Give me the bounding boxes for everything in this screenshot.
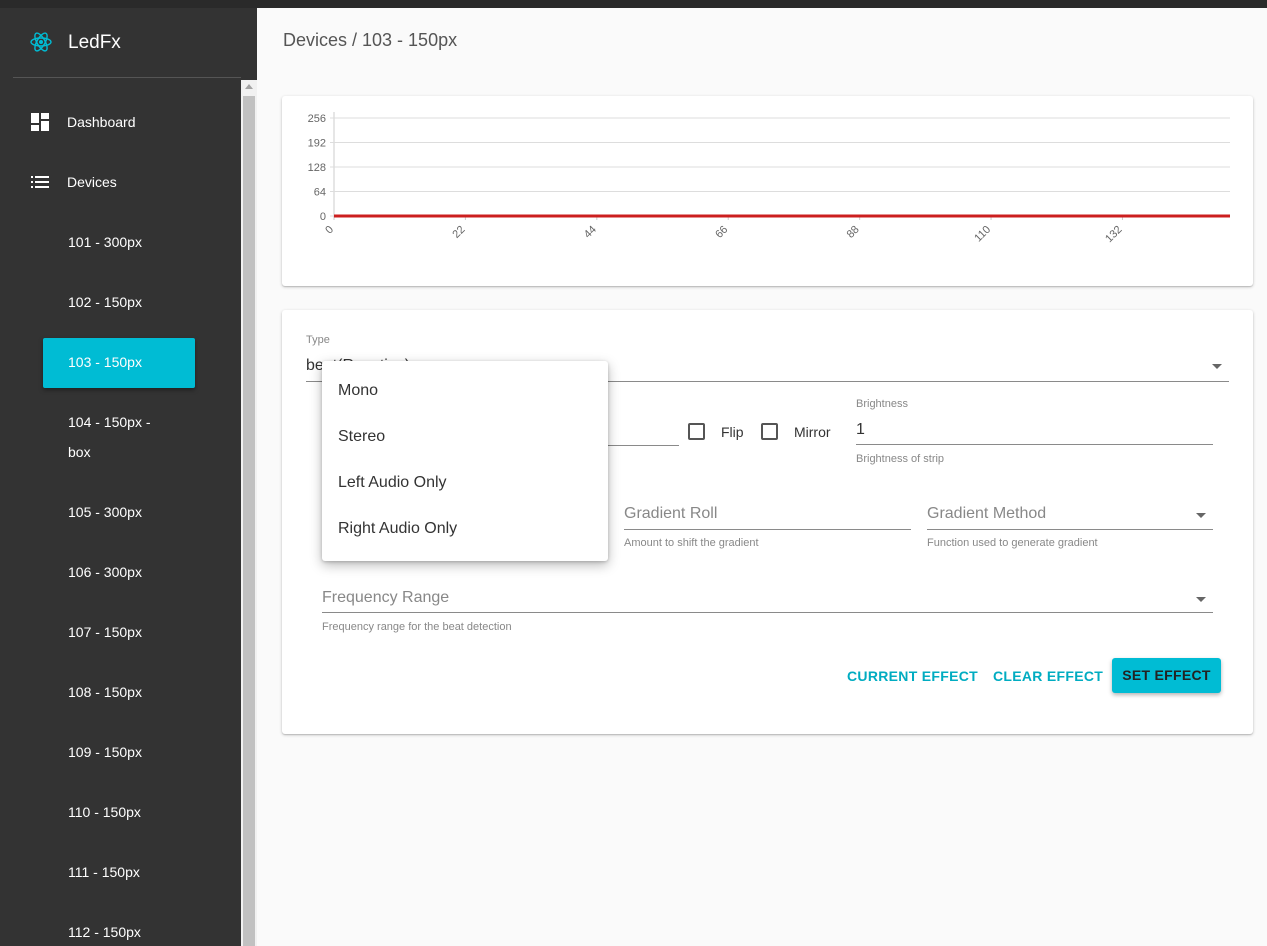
window-top-bar [0,0,1267,8]
pixel-chart-card: 256 192 128 64 0 0 22 44 66 88 110 132 [282,96,1253,286]
chart-x-tick-label: 44 [582,224,599,241]
pixel-chart: 256 192 128 64 00 22 44 66 88 110 132 [308,112,1230,245]
device-item-label: 103 - 150px [68,354,142,370]
menu-item-stereo[interactable]: Stereo [322,414,608,460]
audio-channel-dropdown-menu: Mono Stereo Left Audio Only Right Audio … [322,361,608,561]
device-item-102[interactable]: 102 - 150px [43,287,195,317]
frequency-range-underline [322,612,1213,613]
clear-effect-button[interactable]: CLEAR EFFECT [993,668,1103,684]
gradient-method-caret-icon[interactable] [1196,513,1206,518]
sidebar: LedFx Dashboard Devices 101 - 300px 102 … [0,8,257,946]
chart-x-tick-label: 0 [323,224,336,237]
scrollbar-thumb[interactable] [243,96,255,946]
chart-y-tick-label: 0 [320,211,326,223]
device-item-109[interactable]: 109 - 150px [43,737,195,767]
menu-item-left-audio-only[interactable]: Left Audio Only [322,460,608,506]
mirror-checkbox[interactable] [761,423,778,440]
nav-item-dashboard[interactable]: Dashboard [0,102,240,142]
gradient-method-select[interactable]: Gradient Method [927,505,1046,523]
gradient-method-underline [927,529,1213,530]
device-item-112[interactable]: 112 - 150px [43,917,195,946]
device-item-label-line2: box [68,444,91,460]
brand[interactable]: LedFx [13,8,241,78]
dashboard-icon [31,113,49,131]
frequency-range-select[interactable]: Frequency Range [322,589,449,607]
frequency-range-helper: Frequency range for the beat detection [322,621,512,633]
gradient-roll-input[interactable]: Gradient Roll [624,505,717,523]
chart-x-tick-label: 88 [845,224,862,241]
gradient-roll-underline [624,529,911,530]
chart-x-tick-label: 110 [972,224,993,245]
breadcrumb: Devices / 103 - 150px [283,30,458,50]
brightness-input[interactable]: 1 [856,421,865,439]
chart-y-tick-label: 192 [308,138,326,150]
chart-y-tick-label: 128 [308,162,326,174]
brightness-helper: Brightness of strip [856,453,945,465]
flip-label: Flip [721,424,744,440]
device-item-111[interactable]: 111 - 150px [43,857,195,887]
device-item-105[interactable]: 105 - 300px [43,497,195,527]
brightness-underline [856,444,1213,445]
type-dropdown-caret-icon[interactable] [1212,364,1222,369]
brightness-label: Brightness [856,398,908,410]
device-item-107[interactable]: 107 - 150px [43,617,195,647]
current-effect-button[interactable]: CURRENT EFFECT [847,668,978,684]
device-item-104[interactable]: 104 - 150px - box [43,407,195,467]
gradient-roll-helper: Amount to shift the gradient [624,537,759,549]
mirror-label: Mirror [794,424,831,440]
nav-item-label: Devices [67,174,117,190]
chart-x-tick-label: 132 [1103,224,1124,245]
device-item-110[interactable]: 110 - 150px [43,797,195,827]
atom-logo-icon [30,32,52,52]
device-item-106[interactable]: 106 - 300px [43,557,195,587]
chart-y-tick-label: 64 [314,187,326,199]
chart-x-tick-label: 22 [450,224,467,241]
scroll-up-arrow-icon[interactable] [245,84,253,89]
set-effect-button[interactable]: SET EFFECT [1112,658,1221,693]
app-title: LedFx [68,32,121,53]
device-item-103-active[interactable]: 103 - 150px [43,338,195,388]
menu-item-right-audio-only[interactable]: Right Audio Only [322,506,608,552]
chart-y-tick-label: 256 [308,113,326,125]
sidebar-scrollbar[interactable] [241,80,257,946]
flip-checkbox[interactable] [688,423,705,440]
menu-item-mono[interactable]: Mono [322,368,608,414]
device-item-label-line1: 104 - 150px - [68,414,151,430]
chart-x-tick-label: 66 [713,224,730,241]
nav-item-devices[interactable]: Devices [0,162,240,202]
device-item-108[interactable]: 108 - 150px [43,677,195,707]
frequency-range-caret-icon[interactable] [1196,597,1206,602]
nav-item-label: Dashboard [67,114,136,130]
device-item-101[interactable]: 101 - 300px [43,227,195,257]
gradient-method-helper: Function used to generate gradient [927,537,1098,549]
type-label: Type [306,334,330,346]
list-icon [31,176,49,188]
